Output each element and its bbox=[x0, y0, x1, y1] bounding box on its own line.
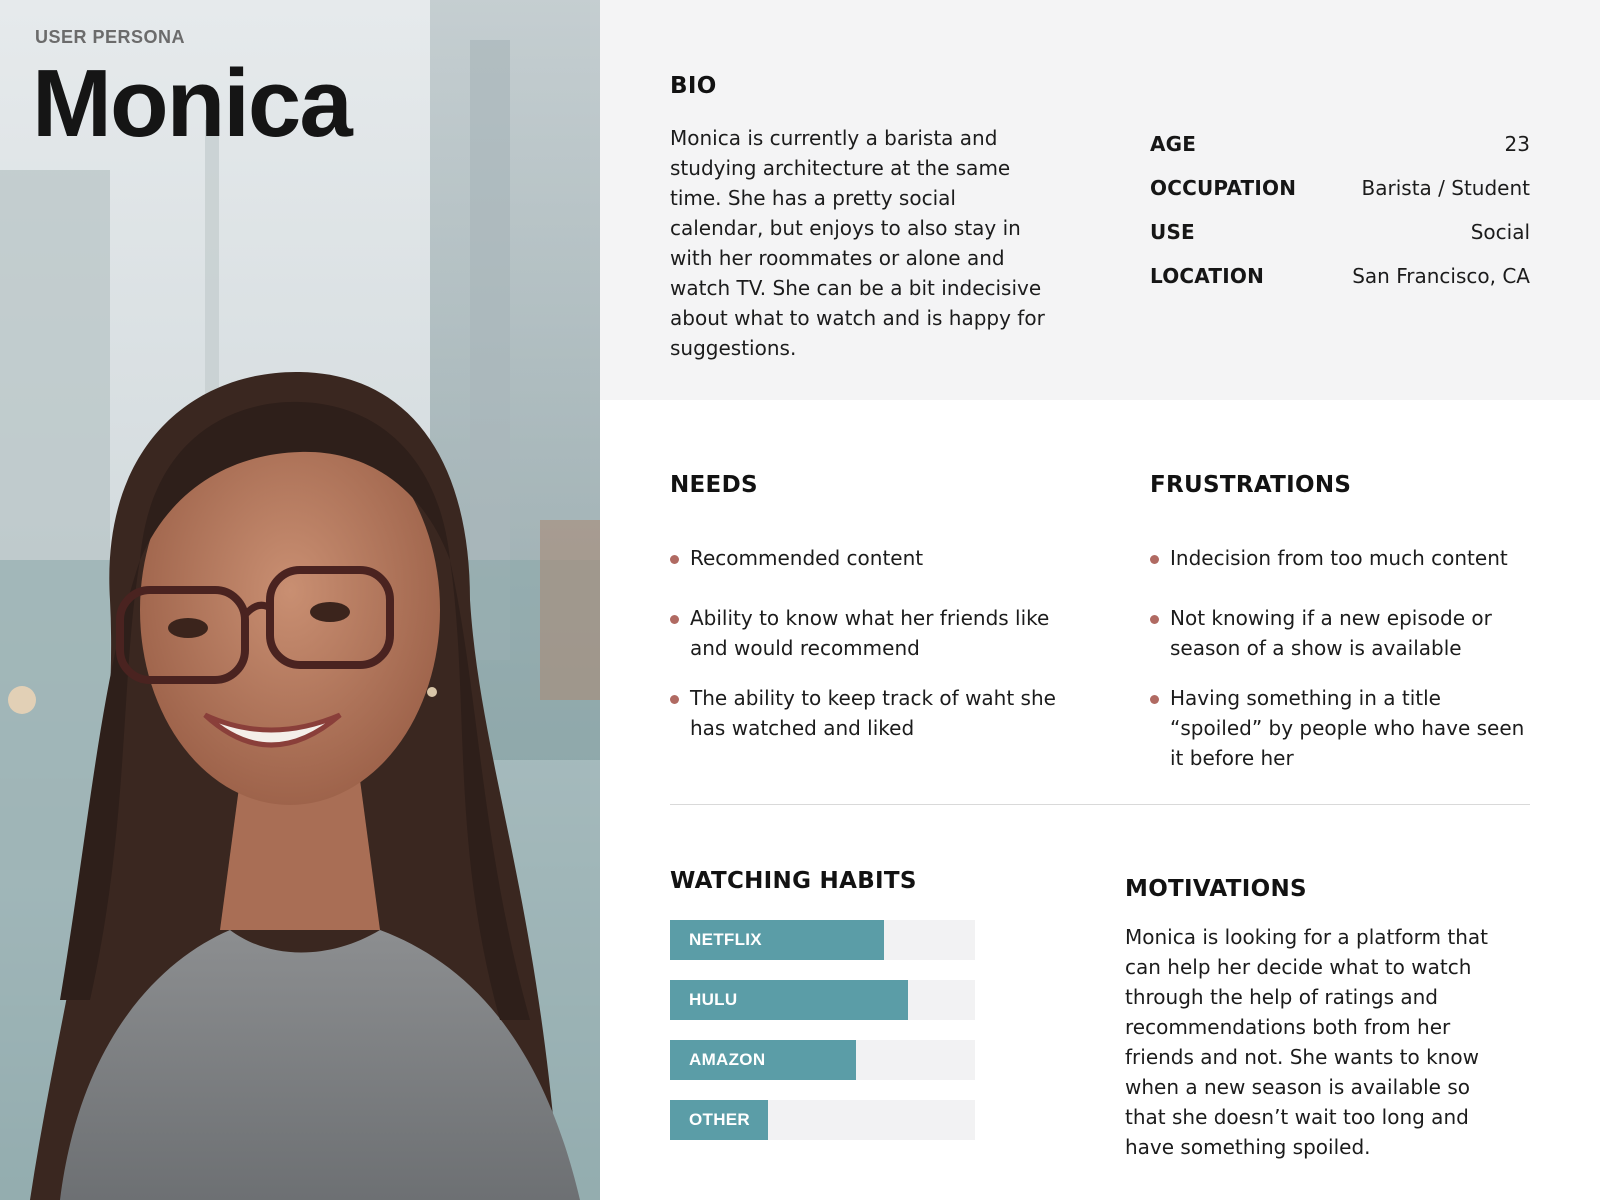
bullet-dot-icon bbox=[670, 695, 679, 704]
section-divider bbox=[670, 804, 1530, 805]
persona-eyebrow: USER PERSONA bbox=[35, 27, 186, 47]
fact-value-use: Social bbox=[1470, 220, 1530, 244]
habit-bar-netflix: NETFLIX bbox=[670, 920, 975, 960]
frustrations-list: Indecision from too much content Not kno… bbox=[1150, 543, 1530, 773]
needs-list: Recommended content Ability to know what… bbox=[670, 543, 1060, 743]
frustrations-item-text: Having something in a title “spoiled” by… bbox=[1170, 686, 1525, 770]
fact-row: OCCUPATION Barista / Student bbox=[1150, 166, 1530, 210]
frustrations-title: FRUSTRATIONS bbox=[1150, 472, 1352, 498]
habit-bar-label: OTHER bbox=[689, 1110, 750, 1129]
portrait-photo bbox=[0, 0, 600, 1200]
frustrations-item: Having something in a title “spoiled” by… bbox=[1150, 683, 1530, 773]
persona-photo-column: USER PERSONA Monica bbox=[0, 0, 600, 1200]
habit-bar-label: NETFLIX bbox=[689, 930, 762, 949]
frustrations-item-text: Not knowing if a new episode or season o… bbox=[1170, 606, 1492, 660]
habit-bar-label: AMAZON bbox=[689, 1050, 766, 1069]
needs-item-text: The ability to keep track of waht she ha… bbox=[690, 686, 1056, 740]
fact-value-occupation: Barista / Student bbox=[1361, 176, 1530, 200]
motivations-text: Monica is looking for a platform that ca… bbox=[1125, 925, 1488, 1159]
needs-item: Ability to know what her friends like an… bbox=[670, 603, 1060, 663]
bullet-dot-icon bbox=[1150, 555, 1159, 564]
frustrations-item: Not knowing if a new episode or season o… bbox=[1150, 603, 1530, 663]
habit-bar-label: HULU bbox=[689, 990, 738, 1009]
bullet-dot-icon bbox=[1150, 695, 1159, 704]
bio-panel: BIO Monica is currently a barista and st… bbox=[600, 0, 1600, 400]
motivations-title: MOTIVATIONS bbox=[1125, 876, 1307, 902]
needs-item-text: Recommended content bbox=[690, 546, 924, 570]
fact-label-age: AGE bbox=[1150, 132, 1197, 156]
habit-bar-other: OTHER bbox=[670, 1100, 975, 1140]
fact-value-location: San Francisco, CA bbox=[1352, 264, 1530, 288]
bullet-dot-icon bbox=[1150, 615, 1159, 624]
fact-row: LOCATION San Francisco, CA bbox=[1150, 254, 1530, 298]
fact-value-age: 23 bbox=[1504, 132, 1530, 156]
fact-row: USE Social bbox=[1150, 210, 1530, 254]
frustrations-item: Indecision from too much content bbox=[1150, 543, 1530, 573]
fact-label-use: USE bbox=[1150, 220, 1195, 244]
needs-title: NEEDS bbox=[670, 472, 758, 498]
watching-habits-title: WATCHING HABITS bbox=[670, 868, 917, 894]
habit-bar-amazon: AMAZON bbox=[670, 1040, 975, 1080]
fact-label-occupation: OCCUPATION bbox=[1150, 176, 1297, 200]
needs-item: Recommended content bbox=[670, 543, 1060, 573]
needs-item-text: Ability to know what her friends like an… bbox=[690, 606, 1050, 660]
persona-name: Monica bbox=[32, 50, 353, 157]
bullet-dot-icon bbox=[670, 615, 679, 624]
frustrations-item-text: Indecision from too much content bbox=[1170, 546, 1508, 570]
bullet-dot-icon bbox=[670, 555, 679, 564]
bio-text: Monica is currently a barista and studyi… bbox=[670, 126, 1045, 360]
fact-row: AGE 23 bbox=[1150, 122, 1530, 166]
fact-label-location: LOCATION bbox=[1150, 264, 1265, 288]
persona-facts: AGE 23 OCCUPATION Barista / Student USE … bbox=[1150, 122, 1530, 298]
needs-item: The ability to keep track of waht she ha… bbox=[670, 683, 1060, 743]
habit-bar-hulu: HULU bbox=[670, 980, 975, 1020]
bio-title: BIO bbox=[670, 73, 717, 99]
